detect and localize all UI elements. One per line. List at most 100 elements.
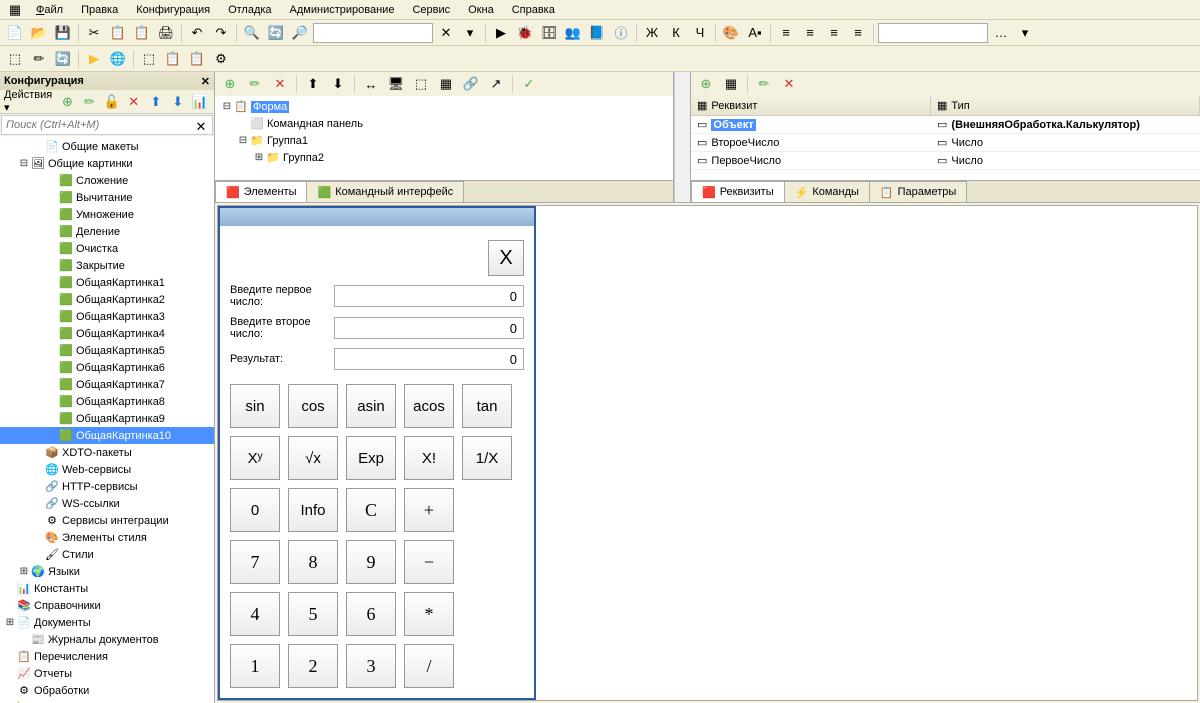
wand-button[interactable]: ✏ [28,48,50,70]
tree-item[interactable]: 🟩ОбщаяКартинка1 [0,274,214,291]
menu-edit[interactable]: Правка [73,2,126,18]
form-arrow-button[interactable]: ↗ [485,73,507,95]
copy-button[interactable]: 📋 [107,22,129,44]
calc-button[interactable]: 8 [288,540,338,584]
form-tree-item[interactable]: ⊟📁Группа1 [217,132,671,149]
tree-item[interactable]: ⚙Обработки [0,682,214,699]
tree-item[interactable]: 📦XDTO-пакеты [0,444,214,461]
tab[interactable]: 🟥Элементы [215,181,307,202]
expand-icon[interactable]: ⊞ [4,617,16,628]
info-button[interactable]: ⓘ [610,22,632,44]
calc-button[interactable]: X! [404,436,454,480]
calc-button[interactable]: * [404,592,454,636]
form-tab-button[interactable]: ⬚ [410,73,432,95]
align-just-button[interactable]: ≡ [847,22,869,44]
redo-button[interactable]: ↷ [210,22,232,44]
expand-icon[interactable]: ⊟ [18,158,30,169]
form-add-button[interactable]: ⊕ [219,73,241,95]
form-check-button[interactable]: ✓ [518,73,540,95]
form-tree-item[interactable]: ⊞📁Группа2 [217,149,671,166]
calc-button[interactable]: C [346,488,396,532]
calc-button[interactable]: + [404,488,454,532]
syntax-button[interactable]: 📘 [586,22,608,44]
calc-button[interactable]: 0 [230,488,280,532]
props-edit-button[interactable]: ✏ [753,73,775,95]
input-second-number[interactable] [334,317,524,339]
tree-item[interactable]: 🎨Элементы стиля [0,529,214,546]
form-tree[interactable]: ⊟📋Форма⬜Командная панель⊟📁Группа1⊞📁Групп… [215,96,673,180]
color-button[interactable]: 🎨 [720,22,742,44]
list2-button[interactable]: 📋 [186,48,208,70]
tree-item[interactable]: 🟩ОбщаяКартинка3 [0,308,214,325]
tab[interactable]: 🟥Реквизиты [691,181,785,202]
up-button[interactable]: ⬆ [146,91,166,113]
app-icon[interactable]: ▦ [4,0,26,21]
calc-close-button[interactable]: X [488,240,524,276]
form-down-button[interactable]: ⬇ [327,73,349,95]
calc-button[interactable]: 2 [288,644,338,688]
form-move-button[interactable]: ↔ [360,73,382,95]
tree-item[interactable]: 🟩ОбщаяКартинка2 [0,291,214,308]
style1-button[interactable]: Ж [641,22,663,44]
tab[interactable]: ⚡Команды [784,181,870,202]
props-body[interactable]: ▭Объект▭(ВнешняяОбработка.Калькулятор)▭В… [691,116,1200,180]
tree-item[interactable]: 🟩ОбщаяКартинка7 [0,376,214,393]
panel-close-icon[interactable]: ✕ [201,75,210,88]
calc-button[interactable]: 1/X [462,436,512,480]
down-button[interactable]: ⬇ [168,91,188,113]
calc-button[interactable]: 9 [346,540,396,584]
expand-icon[interactable]: ⊟ [237,135,249,146]
clear-icon[interactable]: ✕ [435,22,457,44]
tree-item[interactable]: 📋Перечисления [0,648,214,665]
compare-button[interactable]: ⬚ [138,48,160,70]
tree-item[interactable]: 🟩ОбщаяКартинка10 [0,427,214,444]
paste-button[interactable]: 📋 [131,22,153,44]
tree-search-input[interactable] [2,116,190,134]
tree-item[interactable]: ⚙Сервисы интеграции [0,512,214,529]
search-field[interactable] [313,23,433,43]
calc-button[interactable]: 3 [346,644,396,688]
tree-item[interactable]: 🟩ОбщаяКартинка6 [0,359,214,376]
tree-item[interactable]: 🟩Умножение [0,206,214,223]
form-link-button[interactable]: 🔗 [460,73,482,95]
tab[interactable]: 📋Параметры [869,181,967,202]
dropdown-icon[interactable]: ▾ [459,22,481,44]
calc-button[interactable]: acos [404,384,454,428]
form-screen-button[interactable]: 🖥 [385,73,407,95]
tree-item[interactable]: 🟩ОбщаяКартинка5 [0,342,214,359]
tree-item[interactable]: 📚Справочники [0,597,214,614]
actions-dropdown[interactable]: Действия ▾ [4,89,55,114]
props-row[interactable]: ▭ВтороеЧисло▭Число [691,134,1200,152]
calc-button[interactable]: 4 [230,592,280,636]
menu-windows[interactable]: Окна [460,2,502,18]
add-button[interactable]: ⊕ [57,91,77,113]
calc-button[interactable]: 5 [288,592,338,636]
form-edit-button[interactable]: ✏ [244,73,266,95]
calc-button[interactable]: Xʸ [230,436,280,480]
expand-icon[interactable]: ⊟ [221,101,233,112]
tree-item[interactable]: 📊Константы [0,580,214,597]
debug-button[interactable]: 🐞 [514,22,536,44]
tree-item[interactable]: 🔗WS-ссылки [0,495,214,512]
expand-icon[interactable]: ⊞ [18,566,30,577]
delete-button[interactable]: ✕ [124,91,144,113]
open-button[interactable]: 📂 [28,22,50,44]
tree-item[interactable]: 🌐Web-сервисы [0,461,214,478]
tree-item[interactable]: 🟩ОбщаяКартинка4 [0,325,214,342]
input-first-number[interactable] [334,285,524,307]
config-tree[interactable]: 📄Общие макеты⊟🖼Общие картинки🟩Сложение🟩В… [0,136,214,703]
calc-button[interactable]: Exp [346,436,396,480]
tree-item[interactable]: 🟩Деление [0,223,214,240]
tree-item[interactable]: 🟩Сложение [0,172,214,189]
props-add-button[interactable]: ⊕ [695,73,717,95]
style3-button[interactable]: Ч [689,22,711,44]
edit-button[interactable]: ✏ [79,91,99,113]
calc-button[interactable]: cos [288,384,338,428]
list1-button[interactable]: 📋 [162,48,184,70]
cut-button[interactable]: ✂ [83,22,105,44]
calc-button[interactable]: sin [230,384,280,428]
col-attribute[interactable]: ▦ Реквизит [691,96,931,115]
align-left-button[interactable]: ≡ [775,22,797,44]
tree-item[interactable]: ⊟🖼Общие картинки [0,155,214,172]
calc-button[interactable]: 1 [230,644,280,688]
